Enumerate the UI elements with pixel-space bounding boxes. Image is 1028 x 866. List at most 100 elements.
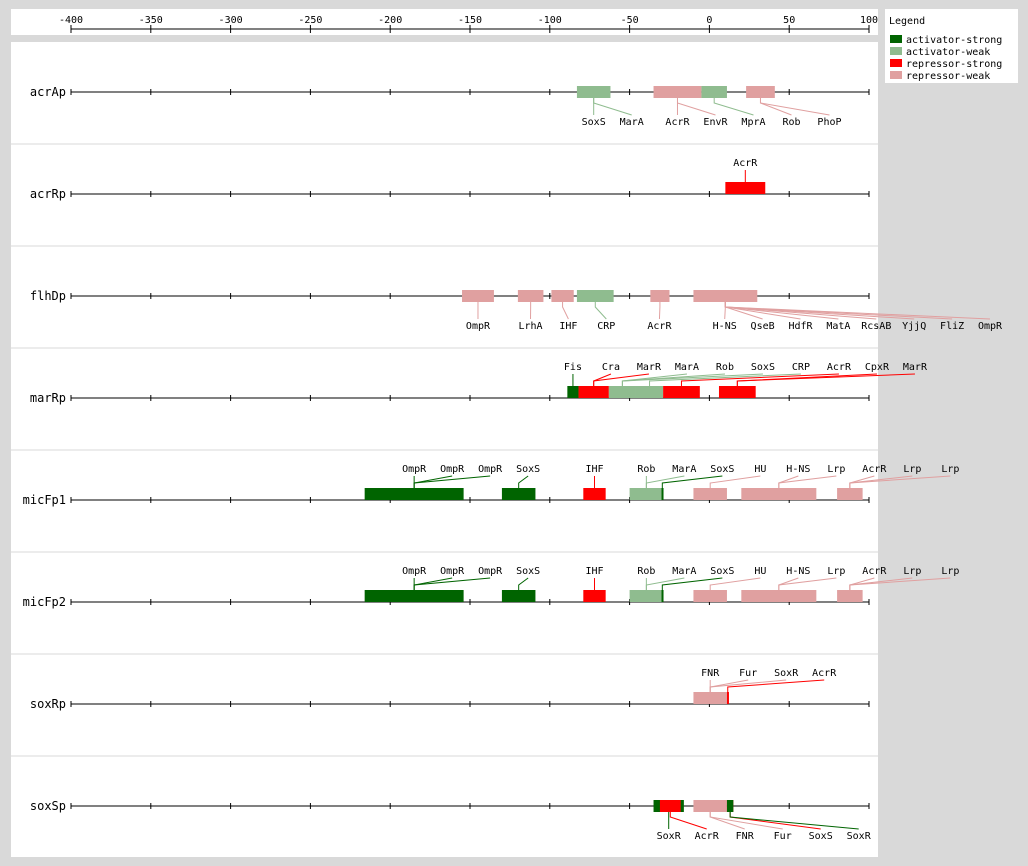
tf-label: FNR [736,831,755,842]
tf-label: Fis [564,362,582,373]
legend-swatch [890,59,902,67]
binding-site [501,488,536,500]
binding-site [578,386,609,398]
tf-label: OmpR [978,321,1003,332]
tf-label: H-NS [713,321,737,332]
binding-site [661,590,664,602]
tf-label: SoxR [847,831,872,842]
tf-label: AcrR [733,158,758,169]
promoter-name: acrAp [30,85,66,99]
axis-tick-label: -200 [378,15,402,26]
tf-label: MprA [741,117,765,128]
binding-site [659,800,681,812]
tf-label: SoxR [657,831,682,842]
tf-label: SoxS [516,566,540,577]
binding-site [837,590,863,602]
binding-site [501,590,536,602]
tf-label: AcrR [665,117,690,128]
promoter-name: micFp2 [23,595,66,609]
axis-tick-label: -350 [139,15,163,26]
promoter-diagram: -400 -350 -300 -250 -200 -150 -100 -50 0 50 100 ac… [11,9,1018,857]
binding-site [583,488,606,500]
tf-label: QseB [751,321,775,332]
tf-label: H-NS [786,464,810,475]
legend-items: activator-strongactivator-weakrepressor-… [890,35,1002,82]
tf-label: AcrR [812,668,837,679]
tf-label: OmpR [478,464,503,475]
tf-label: CpxR [865,362,890,373]
axis-tick-label: -250 [298,15,322,26]
tf-label: HdfR [788,321,813,332]
tf-label: Lrp [941,566,959,577]
tf-label: SoxS [710,464,734,475]
tf-label: OmpR [440,566,465,577]
tf-label: Rob [782,117,800,128]
promoter-name: soxSp [30,799,66,813]
tf-label: SoxS [710,566,734,577]
binding-site [661,488,664,500]
tf-label: MarA [675,362,699,373]
tf-label: SoxS [751,362,775,373]
axis-tick-label: 0 [706,15,712,26]
tf-label: CRP [597,321,615,332]
tf-label: FliZ [940,321,964,332]
axis-tick-label: -100 [538,15,562,26]
tf-label: SoxS [516,464,540,475]
legend-label: activator-strong [906,35,1002,46]
tf-label: SoxS [582,117,606,128]
promoter-name: acrRp [30,187,66,201]
legend-swatch [890,47,902,55]
binding-site [653,86,702,98]
binding-site [693,290,758,302]
tf-label: Lrp [903,566,921,577]
axis-tick-label: -50 [621,15,639,26]
tf-label: OmpR [402,566,427,577]
tf-label: CRP [792,362,810,373]
binding-site [725,182,766,194]
axis-tick-label: 100 [860,15,878,26]
tf-label: MarR [637,362,662,373]
tf-label: Fur [774,831,792,842]
tf-label: OmpR [440,464,465,475]
binding-site [693,590,727,602]
tf-label: MatA [826,321,850,332]
tf-label: FNR [701,668,720,679]
tf-label: AcrR [862,464,887,475]
tf-label: Fur [739,668,757,679]
binding-site [726,800,734,812]
tf-label: AcrR [695,831,720,842]
tf-label: AcrR [862,566,887,577]
legend-swatch [890,35,902,43]
legend-title: Legend [889,16,925,27]
binding-site [701,86,727,98]
binding-site [741,488,817,500]
binding-site [837,488,863,500]
binding-site [583,590,606,602]
tf-label: SoxR [774,668,799,679]
promoter-name: flhDp [30,289,66,303]
tf-label: HU [754,464,766,475]
tf-label: Cra [602,362,620,373]
binding-site [462,290,494,302]
legend-label: activator-weak [906,47,990,58]
tf-label: Lrp [941,464,959,475]
tf-label: LrhA [518,321,542,332]
tf-label: MarA [620,117,644,128]
tf-label: AcrR [827,362,852,373]
axis-tick-label: -400 [59,15,83,26]
binding-site [576,86,611,98]
promoter-name: soxRp [30,697,66,711]
promoter-name: marRp [30,391,66,405]
tf-label: Rob [637,566,655,577]
binding-site [718,386,756,398]
tf-label: RcsAB [861,321,891,332]
tf-label: Lrp [827,566,845,577]
legend-label: repressor-weak [906,71,990,82]
tf-label: IHF [559,321,577,332]
tf-label: Lrp [827,464,845,475]
tf-label: IHF [585,566,603,577]
tf-label: Rob [716,362,734,373]
axis-tick-label: -300 [219,15,243,26]
promoter-name: micFp1 [23,493,66,507]
legend-label: repressor-strong [906,59,1002,70]
